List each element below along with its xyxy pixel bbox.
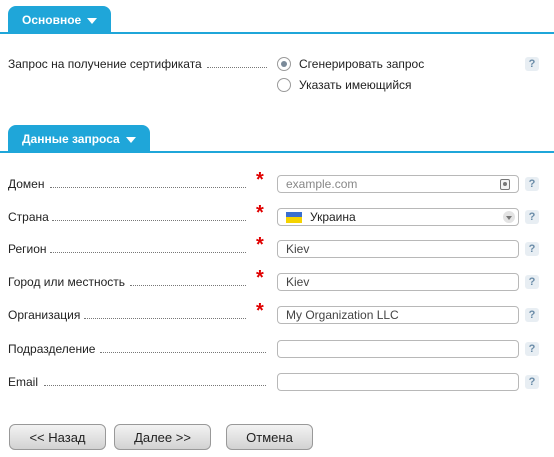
section-basic-header: Основное: [0, 6, 554, 34]
section-basic-tab[interactable]: Основное: [8, 6, 112, 34]
city-label-wrap: Город или местность: [8, 271, 127, 293]
label-leader-dots: [207, 67, 267, 68]
country-select-value: Украина: [310, 210, 356, 224]
label-leader-dots: [130, 285, 246, 286]
email-label-wrap: Email: [8, 371, 40, 393]
cancel-button[interactable]: Отмена: [226, 424, 313, 450]
radio-existing-label: Указать имеющийся: [299, 78, 412, 92]
organization-label-wrap: Организация: [8, 304, 82, 326]
country-row: Страна * Украина ?: [0, 202, 554, 228]
department-label: Подразделение: [8, 342, 96, 356]
certificate-request-label-wrap: Запрос на получение сертификата: [8, 53, 204, 75]
region-label-wrap: Регион: [8, 238, 49, 260]
chevron-down-icon[interactable]: [503, 211, 515, 223]
department-row: Подразделение ?: [0, 338, 554, 360]
domain-label: Домен: [8, 177, 45, 191]
country-select[interactable]: Украина: [277, 208, 519, 226]
section-request-title: Данные запроса: [22, 132, 120, 146]
help-icon[interactable]: ?: [525, 177, 539, 191]
required-marker: *: [256, 234, 264, 256]
help-icon[interactable]: ?: [525, 308, 539, 322]
next-button[interactable]: Далее >>: [114, 424, 211, 450]
help-icon[interactable]: ?: [525, 375, 539, 389]
certificate-request-label: Запрос на получение сертификата: [8, 57, 202, 71]
region-row: Регион * ?: [0, 234, 554, 260]
label-leader-dots: [52, 220, 246, 221]
radio-existing-request[interactable]: Указать имеющийся: [277, 78, 412, 92]
required-marker: *: [256, 202, 264, 224]
required-marker: *: [256, 267, 264, 289]
department-label-wrap: Подразделение: [8, 338, 97, 360]
label-leader-dots: [44, 385, 266, 386]
domain-row: Домен * ?: [0, 169, 554, 195]
organization-label: Организация: [8, 308, 81, 322]
caret-down-icon: [87, 18, 98, 24]
required-marker: *: [256, 169, 264, 191]
region-input[interactable]: [277, 240, 519, 258]
required-marker: *: [256, 300, 264, 322]
country-label-wrap: Страна: [8, 206, 51, 228]
help-icon[interactable]: ?: [525, 210, 539, 224]
region-label: Регион: [8, 242, 47, 256]
section-request-header: Данные запроса: [0, 125, 554, 153]
label-leader-dots: [50, 187, 246, 188]
label-leader-dots: [84, 318, 246, 319]
back-button[interactable]: << Назад: [9, 424, 106, 450]
help-icon[interactable]: ?: [525, 242, 539, 256]
city-label: Город или местность: [8, 275, 125, 289]
radio-generate-label: Сгенерировать запрос: [299, 57, 425, 71]
help-icon[interactable]: ?: [525, 342, 539, 356]
help-icon[interactable]: ?: [525, 275, 539, 289]
radio-circle-checked[interactable]: [277, 57, 291, 71]
email-input[interactable]: [277, 373, 519, 391]
email-row: Email ?: [0, 371, 554, 393]
country-label: Страна: [8, 210, 49, 224]
caret-down-icon: [125, 137, 136, 143]
section-basic-title: Основное: [22, 13, 82, 27]
organization-input[interactable]: [277, 306, 519, 324]
help-icon[interactable]: ?: [525, 57, 539, 71]
ukraine-flag-icon: [286, 211, 302, 223]
contact-card-icon[interactable]: [500, 179, 510, 190]
department-input[interactable]: [277, 340, 519, 358]
label-leader-dots: [50, 252, 246, 253]
email-label: Email: [8, 375, 39, 389]
radio-generate-request[interactable]: Сгенерировать запрос: [277, 57, 424, 71]
radio-circle[interactable]: [277, 78, 291, 92]
label-leader-dots: [100, 352, 266, 353]
organization-row: Организация * ?: [0, 300, 554, 326]
city-input[interactable]: [277, 273, 519, 291]
city-row: Город или местность * ?: [0, 267, 554, 293]
section-request-tab[interactable]: Данные запроса: [8, 125, 150, 153]
domain-label-wrap: Домен: [8, 173, 47, 195]
domain-input[interactable]: [277, 175, 519, 193]
